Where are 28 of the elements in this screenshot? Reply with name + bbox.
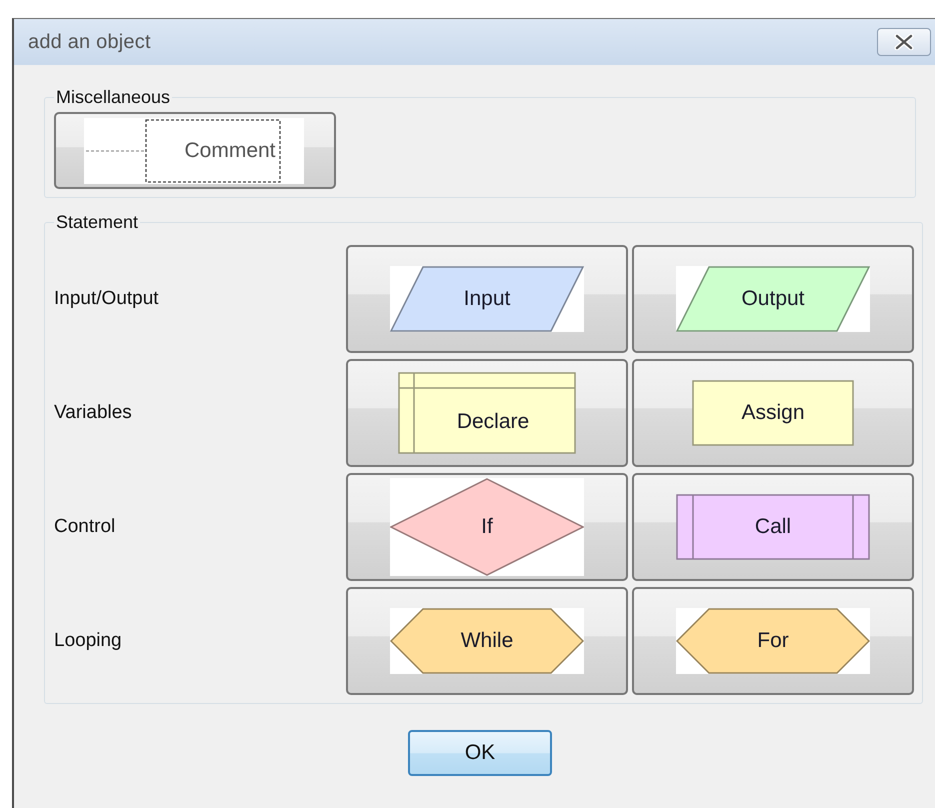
hexagon-icon	[676, 608, 870, 674]
object-button[interactable]: Call	[632, 473, 914, 581]
group-title: Statement	[55, 212, 140, 233]
group-title: Miscellaneous	[55, 87, 172, 108]
rectangle-icon	[692, 380, 854, 446]
object-button[interactable]: Output	[632, 245, 914, 353]
close-button[interactable]	[877, 28, 931, 56]
row-label: Input/Output	[54, 288, 159, 310]
row-label: Looping	[54, 630, 122, 652]
object-button[interactable]: Input	[346, 245, 628, 353]
parallelogram-icon	[676, 266, 870, 332]
window-title: add an object	[28, 30, 151, 54]
diamond-icon	[390, 478, 584, 576]
object-button[interactable]: If	[346, 473, 628, 581]
object-button[interactable]: For	[632, 587, 914, 695]
parallelogram-icon	[390, 266, 584, 332]
object-button[interactable]: Declare	[346, 359, 628, 467]
object-button[interactable]: While	[346, 587, 628, 695]
object-button[interactable]: Assign	[632, 359, 914, 467]
declare-box-icon	[398, 372, 576, 454]
hexagon-icon	[390, 608, 584, 674]
ok-button[interactable]: OK	[408, 730, 552, 776]
object-button[interactable]: Comment	[54, 112, 336, 189]
row-label: Control	[54, 516, 116, 538]
close-icon	[894, 34, 914, 50]
subroutine-box-icon	[676, 494, 870, 560]
comment-shape-icon	[84, 118, 304, 184]
row-label: Variables	[54, 402, 132, 424]
